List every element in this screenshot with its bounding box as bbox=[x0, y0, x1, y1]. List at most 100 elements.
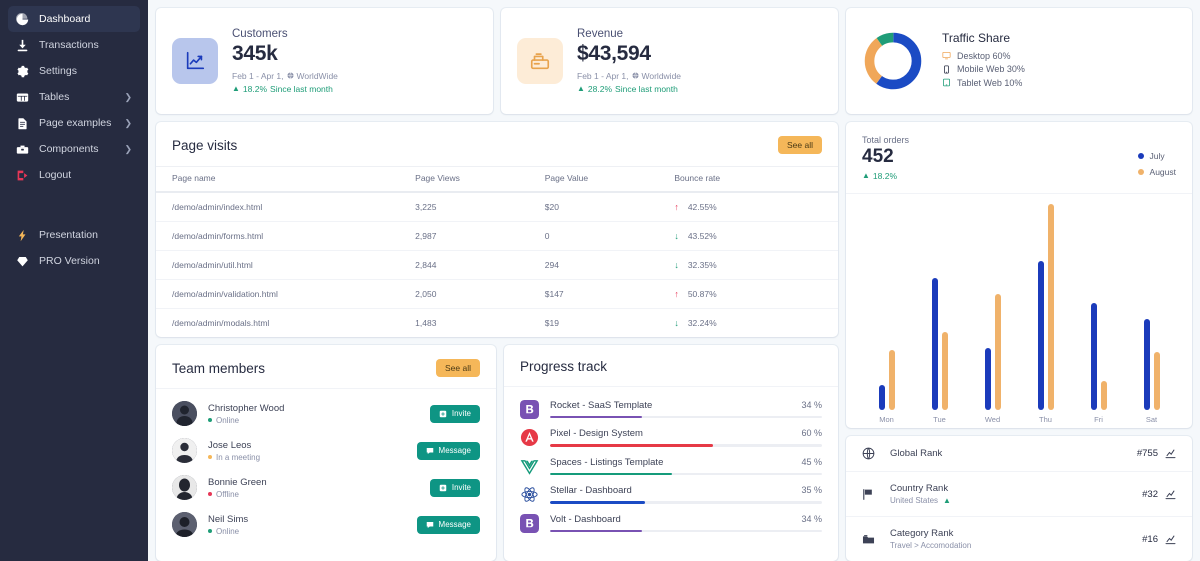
bar-august[interactable] bbox=[1153, 352, 1160, 410]
sidebar-item-settings[interactable]: Settings bbox=[8, 58, 140, 84]
pie-chart-icon bbox=[16, 12, 32, 26]
table-row[interactable]: /demo/admin/forms.html 2,987 0 ↓ 43.52% bbox=[156, 221, 838, 251]
message-button[interactable]: Message bbox=[416, 515, 480, 534]
stat-value: 345k bbox=[232, 42, 278, 66]
invite-button[interactable]: Invite bbox=[429, 404, 480, 423]
stat-delta-value: 18.2% bbox=[242, 83, 268, 94]
list-item[interactable]: Spaces - Listings Template 45 % bbox=[520, 451, 822, 480]
sidebar-item-label: Components bbox=[39, 143, 99, 155]
table-row[interactable]: /demo/admin/index.html 3,225 $20 ↑ 42.55% bbox=[156, 192, 838, 222]
ranking-subtitle-text: Travel > Accomodation bbox=[890, 541, 972, 550]
team-member-status: Offline bbox=[208, 490, 430, 499]
bar-july[interactable] bbox=[1037, 261, 1044, 410]
sidebar-item-logout[interactable]: Logout bbox=[8, 162, 140, 188]
bar-july[interactable] bbox=[1090, 302, 1097, 410]
chevron-right-icon: ❯ bbox=[124, 117, 132, 128]
message-button[interactable]: Message bbox=[416, 441, 480, 460]
ranking-value: #755 bbox=[1136, 448, 1158, 459]
ranking-row-global[interactable]: Global Rank #755 bbox=[846, 436, 1192, 472]
bar-axis-label: Thu bbox=[1039, 415, 1052, 424]
table-row[interactable]: /demo/admin/validation.html 2,050 $147 ↑… bbox=[156, 279, 838, 309]
ranking-row-category[interactable]: Category Rank Travel > Accomodation #16 bbox=[846, 517, 1192, 561]
stat-card-revenue: Revenue $43,594 Feb 1 - Apr 1, Worldwide… bbox=[501, 8, 838, 114]
bar-july[interactable] bbox=[1143, 319, 1150, 410]
sidebar-item-label: Page examples bbox=[39, 117, 112, 129]
bar-august[interactable] bbox=[1047, 203, 1054, 410]
legend-dot-icon bbox=[1137, 169, 1144, 175]
sidebar-item-presentation[interactable]: Presentation bbox=[8, 222, 140, 248]
stat-delta: ▲ 18.2% Since last month bbox=[232, 84, 338, 94]
team-member-status: Online bbox=[208, 527, 417, 536]
sidebar-item-page-examples[interactable]: Page examples ❯ bbox=[8, 110, 140, 136]
avatar bbox=[172, 438, 197, 463]
left-column: Page visits See all Page name Page Views… bbox=[156, 122, 838, 561]
chart-icon bbox=[1165, 448, 1176, 459]
sidebar-item-components[interactable]: Components ❯ bbox=[8, 136, 140, 162]
status-dot-icon bbox=[208, 418, 212, 422]
progress-bar-fill bbox=[550, 501, 646, 504]
cell-page-views: 3,225 bbox=[415, 192, 545, 222]
bar-august[interactable] bbox=[888, 350, 895, 410]
sidebar-item-pro-version[interactable]: PRO Version bbox=[8, 248, 140, 274]
sidebar-item-transactions[interactable]: Transactions bbox=[8, 32, 140, 58]
total-orders-title: Total orders bbox=[862, 135, 910, 145]
progress-percent: 34 % bbox=[801, 399, 822, 410]
bar-july[interactable] bbox=[931, 277, 938, 410]
sidebar-item-dashboard[interactable]: Dashboard bbox=[8, 6, 140, 32]
arrow-up-icon: ↑ bbox=[674, 201, 679, 212]
list-item[interactable]: Christopher Wood Online Invite bbox=[172, 395, 480, 432]
team-members-see-all-button[interactable]: See all bbox=[436, 359, 480, 377]
toolbox-icon bbox=[16, 142, 32, 156]
bar-july[interactable] bbox=[984, 348, 991, 410]
traffic-share-donut-chart bbox=[864, 32, 922, 90]
progress-bar-track bbox=[550, 501, 822, 504]
stat-card-customers: Customers 345k Feb 1 - Apr 1, WorldWide … bbox=[156, 8, 493, 114]
chart-legend: July August bbox=[1137, 135, 1176, 181]
total-orders-card: Total orders 452 ▲ 18.2% July August Mon… bbox=[846, 122, 1192, 428]
progress-bar-track bbox=[550, 415, 822, 418]
column-header-page-views: Page Views bbox=[415, 166, 545, 193]
list-item[interactable]: Pixel - Design System 60 % bbox=[520, 423, 822, 452]
avatar bbox=[172, 512, 197, 537]
ranking-row-country[interactable]: Country Rank United States ▲ #32 bbox=[846, 472, 1192, 517]
bar-august[interactable] bbox=[994, 294, 1001, 410]
traffic-item-label: Tablet Web 10% bbox=[957, 77, 1023, 88]
cell-bounce-rate: ↑ 42.55% bbox=[674, 192, 838, 222]
progress-label: Spaces - Listings Template bbox=[550, 456, 664, 468]
page-visits-see-all-button[interactable]: See all bbox=[778, 136, 822, 154]
table-row[interactable]: /demo/admin/modals.html 1,483 $19 ↓ 32.24… bbox=[156, 309, 838, 338]
invite-button[interactable]: Invite bbox=[429, 478, 480, 497]
bar-august[interactable] bbox=[941, 331, 948, 410]
progress-bar-fill bbox=[550, 415, 643, 418]
sidebar-item-tables[interactable]: Tables ❯ bbox=[8, 84, 140, 110]
cell-page-value: $19 bbox=[544, 318, 559, 328]
total-orders-delta: ▲ 18.2% bbox=[862, 171, 909, 181]
vue-icon bbox=[520, 457, 539, 476]
legend-item-july[interactable]: July bbox=[1137, 151, 1176, 161]
bar-group: Mon bbox=[878, 204, 895, 428]
sidebar-item-label: Dashboard bbox=[39, 13, 91, 25]
list-item[interactable]: Rocket - SaaS Template 34 % bbox=[520, 394, 822, 423]
stat-range: Feb 1 - Apr 1, Worldwide bbox=[577, 71, 681, 81]
progress-percent: 35 % bbox=[801, 485, 822, 495]
legend-item-august[interactable]: August bbox=[1137, 167, 1176, 177]
legend-label: August bbox=[1149, 167, 1176, 177]
caret-up-icon: ▲ bbox=[943, 495, 951, 505]
bounce-rate-value: 32.24% bbox=[687, 318, 717, 328]
ranking-title: Global Rank bbox=[890, 448, 943, 459]
stat-delta-suffix: Since last month bbox=[615, 83, 678, 94]
ranking-subtitle: United States ▲ bbox=[890, 496, 1142, 505]
bar-july[interactable] bbox=[878, 385, 885, 410]
list-item[interactable]: Neil Sims Online Message bbox=[172, 506, 480, 543]
list-item[interactable]: Jose Leos In a meeting Message bbox=[172, 432, 480, 469]
bar-axis-label: Fri bbox=[1094, 415, 1103, 424]
sidebar-item-label: PRO Version bbox=[39, 255, 100, 267]
table-icon bbox=[16, 90, 32, 104]
list-item[interactable]: Volt - Dashboard 34 % bbox=[520, 508, 822, 537]
team-member-name: Bonnie Green bbox=[208, 476, 267, 488]
list-item[interactable]: Bonnie Green Offline Invite bbox=[172, 469, 480, 506]
bar-august[interactable] bbox=[1100, 381, 1107, 410]
traffic-item-desktop: Desktop 60% bbox=[942, 51, 1025, 61]
table-row[interactable]: /demo/admin/util.html 2,844 294 ↓ 32.35% bbox=[156, 250, 838, 280]
list-item[interactable]: Stellar - Dashboard 35 % bbox=[520, 480, 822, 509]
